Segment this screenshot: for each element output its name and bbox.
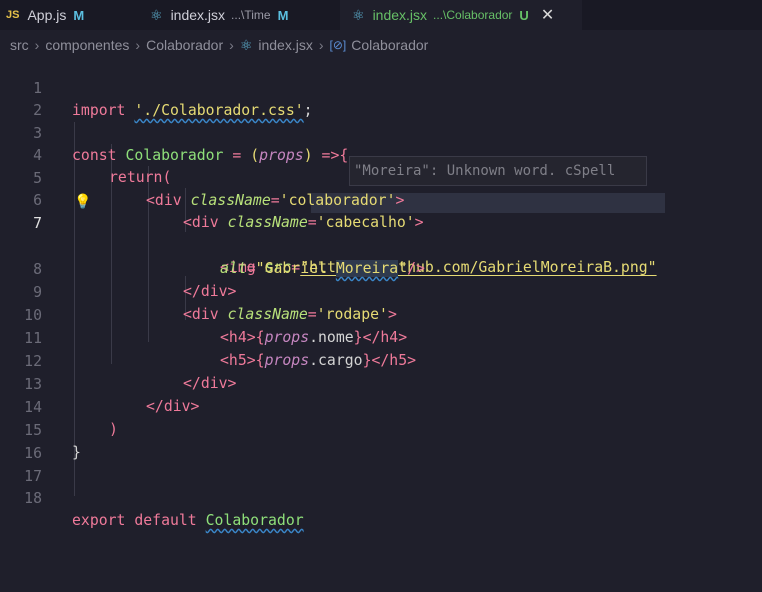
- code-line-3: 3 const Colaborador = (props) =>{: [0, 101, 762, 164]
- code-line-2: 2: [0, 78, 762, 119]
- code-line-15: 15 }: [0, 398, 762, 461]
- tab-label: App.js: [27, 7, 67, 23]
- code-line-18: 18 export default Colaborador: [0, 466, 762, 529]
- code-line-10: 10 <h4>{props.nome}</h4>: [0, 283, 762, 346]
- code-line-9: 9 <div className='rodape'>: [0, 260, 762, 323]
- modified-badge: M: [73, 7, 85, 23]
- react-file-icon: ⚛: [150, 6, 163, 23]
- react-file-icon: ⚛: [239, 36, 253, 53]
- code-line-16: 16: [0, 421, 762, 462]
- breadcrumb-symbol[interactable]: Colaborador: [351, 37, 428, 53]
- tab-label: index.jsx: [170, 7, 226, 23]
- tab-label: index.jsx: [372, 7, 428, 23]
- untracked-badge: U: [519, 7, 529, 23]
- close-icon[interactable]: ✕: [541, 5, 554, 25]
- tab-index-jsx-time[interactable]: ⚛ index.jsx ...\Time M: [140, 0, 330, 30]
- modified-badge: M: [277, 7, 289, 23]
- breadcrumb-componentes[interactable]: componentes: [45, 37, 129, 53]
- code-line-7-wrap: alt="Gabriel Moreira"/>: [0, 214, 762, 277]
- tab-index-jsx-colaborador[interactable]: ⚛ index.jsx ...\Colaborador U ✕: [340, 0, 582, 30]
- spellcheck-hover-tooltip: "Moreira": Unknown word. cSpell: [349, 156, 647, 186]
- breadcrumb: src › componentes › Colaborador › ⚛ inde…: [10, 36, 428, 54]
- identifier: Colaborador: [205, 512, 304, 529]
- tab-path-hint: ...\Time: [231, 8, 271, 22]
- code-line-11: 11 <h5>{props.cargo}</h5>: [0, 306, 762, 369]
- chevron-right-icon: ›: [34, 37, 40, 53]
- code-line-14: 14 ): [0, 375, 762, 438]
- keyword: export default: [72, 512, 197, 529]
- code-line-1: 1 import './Colaborador.css';: [0, 56, 762, 119]
- chevron-right-icon: ›: [135, 37, 141, 53]
- tab-path-hint: ...\Colaborador: [433, 8, 513, 22]
- javascript-file-icon: JS: [6, 9, 20, 21]
- code-line-7: 7 💡 <img src="https://github.com/Gabriel…: [0, 191, 762, 276]
- line-number: 18: [24, 490, 42, 507]
- breadcrumb-colaborador-folder[interactable]: Colaborador: [146, 37, 223, 53]
- chevron-right-icon: ›: [318, 37, 324, 53]
- lightbulb-icon[interactable]: 💡: [74, 191, 91, 213]
- code-line-13: 13 </div>: [0, 352, 762, 415]
- code-line-8: 8 </div>: [0, 237, 762, 300]
- breadcrumb-src[interactable]: src: [10, 37, 29, 53]
- code-line-17: 17: [0, 444, 762, 485]
- editor-tab-bar: JS App.js M ⚛ index.jsx ...\Time M ⚛ ind…: [0, 0, 762, 30]
- tab-app-js[interactable]: JS App.js M: [0, 0, 132, 30]
- chevron-right-icon: ›: [229, 37, 234, 53]
- code-line-12: 12 </div>: [0, 329, 762, 392]
- breadcrumb-file[interactable]: index.jsx: [258, 37, 312, 53]
- component-symbol-icon: [⊘]: [329, 38, 347, 52]
- react-file-icon: ⚛: [352, 6, 365, 23]
- code-line-4: 4 return(: [0, 123, 762, 186]
